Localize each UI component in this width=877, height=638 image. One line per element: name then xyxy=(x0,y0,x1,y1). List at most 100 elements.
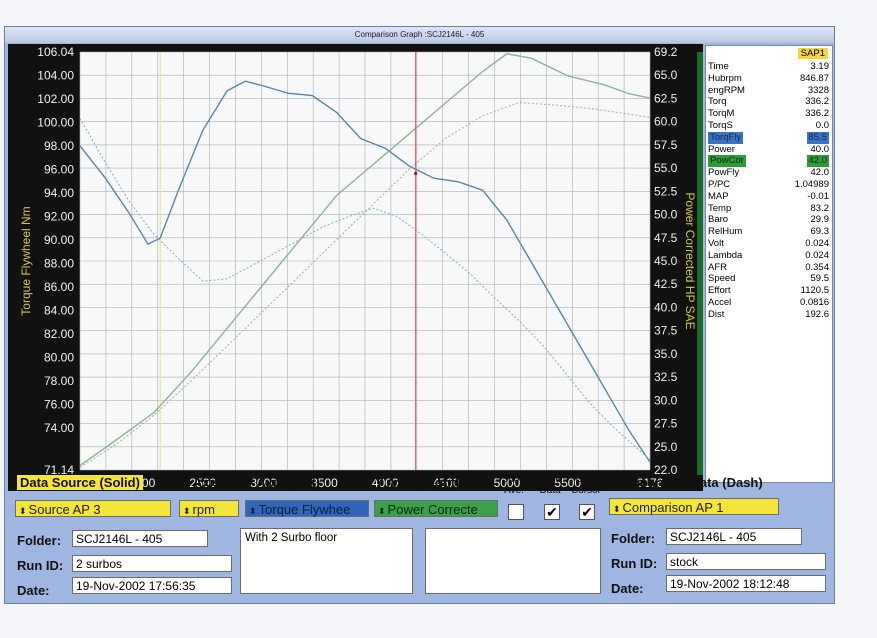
right-axis-strip xyxy=(697,52,703,475)
lock-cursor-label: Lock Cursor xyxy=(570,474,601,496)
readout-value: 3328 xyxy=(807,84,829,96)
readout-row: AFR 0.354 xyxy=(708,262,829,274)
comparison-graph-window: Comparison Graph :SCJ2146L - 405 106.04 1… xyxy=(4,26,835,604)
readout-name: TorqS xyxy=(708,120,733,131)
readout-row: Accel 0.0816 xyxy=(708,297,829,309)
comparison-value: Comparison AP 1 xyxy=(622,500,724,515)
readout-row: PowCor 42.0 xyxy=(708,155,829,168)
readout-value: 0.0816 xyxy=(799,297,829,308)
readout-row: Volt 0.024 xyxy=(708,238,829,250)
readout-row: RelHum 69.3 xyxy=(708,226,829,238)
comparison-chart[interactable]: 106.04 104.00 102.00 100.00 98.00 96.00 94.00 9… xyxy=(8,44,703,491)
right-tick-label: 40.0 xyxy=(654,300,678,314)
show-ave-label: Show Ave. xyxy=(501,474,527,496)
right-tick-label: 50.0 xyxy=(654,208,678,222)
readout-name: Speed xyxy=(708,273,736,285)
source-date-field[interactable]: 19-Nov-2002 17:56:35 xyxy=(72,577,232,594)
readout-name: TorqM xyxy=(708,108,735,120)
readout-row: Speed 59.5 xyxy=(708,273,829,285)
comparison-date-field[interactable]: 19-Nov-2002 18:12:48 xyxy=(666,575,826,592)
data-source-select[interactable]: ⬍ Source AP 3 xyxy=(15,500,171,517)
show-ave-checkbox[interactable] xyxy=(508,504,524,520)
x-axis-select[interactable]: ⬍ rpm xyxy=(179,500,239,517)
readout-value: 0.0 xyxy=(815,120,829,131)
source-notes-memo[interactable]: With 2 Surbo floor xyxy=(240,528,413,594)
readout-name: Time xyxy=(708,61,729,72)
comparison-folder-field[interactable]: SCJ2146L - 405 xyxy=(666,528,802,545)
comparison-notes-memo[interactable] xyxy=(425,528,601,594)
right-axis-title: Power Corrected HP SAE xyxy=(683,192,697,329)
readout-value: 336.2 xyxy=(805,96,829,108)
data-source-value: Source AP 3 xyxy=(28,502,101,517)
readout-value: 0.024 xyxy=(805,249,829,261)
readout-value: 85.5 xyxy=(806,131,829,144)
left-tick-label: 92.00 xyxy=(44,210,74,224)
readout-name: Power xyxy=(708,143,735,155)
comparison-run-field[interactable]: stock xyxy=(666,553,826,570)
readout-value: 29.9 xyxy=(810,214,830,226)
readout-row: engRPM 3328 xyxy=(708,85,829,97)
spinner-icon: ⬍ xyxy=(249,506,257,516)
readout-name: Dist xyxy=(708,308,725,320)
checkmark-icon: ✔ xyxy=(581,504,593,520)
readout-name: Accel xyxy=(708,297,732,308)
source-run-label: Run ID: xyxy=(17,558,64,573)
data-readout-panel: SAP1 Time 3.19 Hubrpm 846.87 engRPM 3328 Torq 3… xyxy=(705,45,833,483)
right-tick-label: 45.0 xyxy=(654,254,678,268)
readout-row: Lambda 0.024 xyxy=(708,250,829,262)
chart-svg[interactable]: 106.04 104.00 102.00 100.00 98.00 96.00 94.00 9… xyxy=(8,44,703,491)
right-tick-label: 69.2 xyxy=(654,45,678,59)
lock-cursor-checkbox[interactable]: ✔ xyxy=(579,504,595,520)
comparison-date-label: Date: xyxy=(611,581,644,596)
y-right-select[interactable]: ⬍ Power Correcte xyxy=(374,500,498,517)
readout-value: 846.87 xyxy=(799,72,829,84)
spinner-icon: ⬍ xyxy=(183,506,191,516)
readout-row: Torq 336.2 xyxy=(708,96,829,108)
readout-value: 40.0 xyxy=(810,143,830,155)
readout-name: P/PC xyxy=(708,179,731,190)
left-tick-label: 106.04 xyxy=(37,45,74,59)
x-axis-value: rpm xyxy=(192,502,215,517)
left-axis-title: Torque Flywheel Nm xyxy=(19,206,33,315)
right-tick-label: 57.5 xyxy=(654,138,678,152)
y-left-label: Y Axis (Left) xyxy=(245,475,321,490)
readout-name: Temp xyxy=(708,202,732,214)
readout-row: TorqS 0.0 xyxy=(708,120,829,132)
right-tick-label: 42.5 xyxy=(654,277,678,291)
right-tick-label: 30.0 xyxy=(654,393,678,407)
comparison-data-label: Comparison Data (Dash) xyxy=(611,475,763,490)
right-tick-label: 60.0 xyxy=(654,115,678,129)
right-tick-label: 25.0 xyxy=(654,440,678,454)
readout-value: 1.04989 xyxy=(794,179,829,190)
left-tick-label: 74.00 xyxy=(44,421,74,435)
readout-value: 83.2 xyxy=(810,202,830,214)
source-folder-field[interactable]: SCJ2146L - 405 xyxy=(72,530,208,547)
comparison-run-label: Run ID: xyxy=(611,556,658,571)
source-folder-label: Folder: xyxy=(17,533,62,548)
readout-row: TorqM 336.2 xyxy=(708,108,829,120)
left-tick-label: 82.00 xyxy=(44,327,74,341)
right-tick-label: 62.5 xyxy=(654,91,678,105)
cursor-marker xyxy=(414,171,418,176)
readout-value: 3.19 xyxy=(810,61,830,72)
comparison-select[interactable]: ⬍ Comparison AP 1 xyxy=(609,498,779,515)
readout-row: Effort 1120.5 xyxy=(708,285,829,297)
left-tick-label: 90.00 xyxy=(44,233,74,247)
show-data-checkbox[interactable]: ✔ xyxy=(544,504,560,520)
y-left-select[interactable]: ⬍ Torque Flywhee xyxy=(245,500,369,517)
readout-value: 0.024 xyxy=(805,238,829,249)
readout-row: Baro 29.9 xyxy=(708,214,829,226)
readout-header: SAP1 xyxy=(797,48,828,59)
source-run-field[interactable]: 2 surbos xyxy=(72,555,232,572)
left-tick-label: 78.00 xyxy=(44,374,74,388)
readout-row: Power 40.0 xyxy=(708,144,829,156)
left-tick-label: 100.00 xyxy=(37,116,74,130)
readout-value: 0.354 xyxy=(805,261,829,273)
left-tick-label: 84.00 xyxy=(44,304,74,318)
right-tick-label: 35.0 xyxy=(654,347,678,361)
readout-row: Hubrpm 846.87 xyxy=(708,73,829,85)
right-tick-label: 37.5 xyxy=(654,324,678,338)
readout-name: MAP xyxy=(708,190,729,202)
left-tick-label: 80.00 xyxy=(44,351,74,365)
readout-name: Effort xyxy=(708,285,731,297)
